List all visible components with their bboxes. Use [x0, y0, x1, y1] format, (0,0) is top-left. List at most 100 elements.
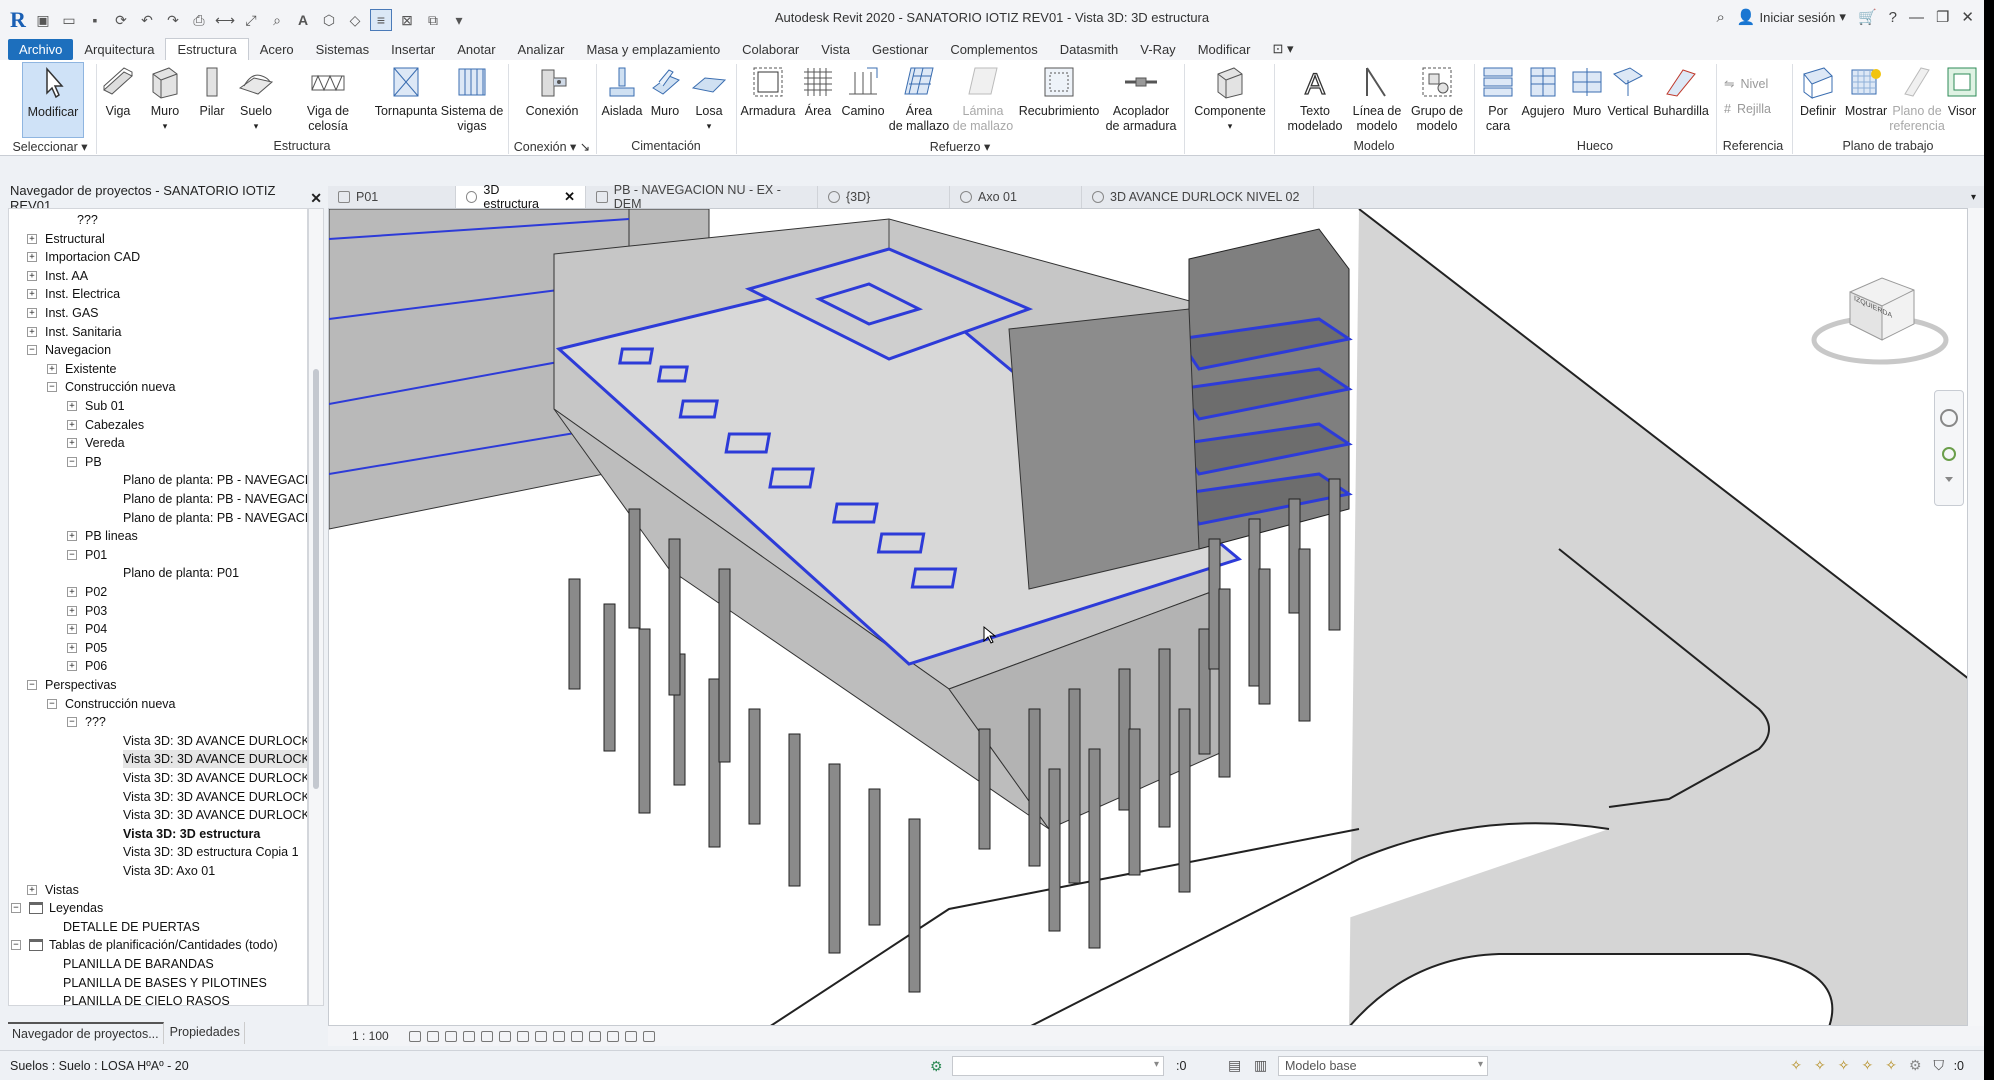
- browser-node[interactable]: + Inst. Sanitaria: [27, 323, 121, 341]
- ribbon-tab-acero[interactable]: Acero: [249, 39, 305, 60]
- browser-node[interactable]: + P05: [67, 639, 107, 657]
- revit-logo-icon[interactable]: R: [8, 7, 28, 32]
- expand-icon[interactable]: +: [67, 661, 77, 672]
- truss-tool[interactable]: Viga de celosía: [286, 62, 370, 138]
- coupler-tool[interactable]: Acoplador de armadura: [1104, 62, 1178, 138]
- ribbon-extra-icon[interactable]: ⊡ ▾: [1261, 38, 1304, 60]
- ref-plane-tool[interactable]: Plano de referencia: [1889, 62, 1945, 138]
- browser-node[interactable]: − Construcción nueva: [47, 378, 175, 396]
- redo-icon[interactable]: ↷: [162, 9, 184, 31]
- cart-icon[interactable]: 🛒: [1858, 8, 1877, 26]
- browser-node[interactable]: + P06: [67, 657, 107, 675]
- level-tool[interactable]: ⇋ Nivel: [1724, 76, 1768, 92]
- browser-node[interactable]: Vista 3D: 3D AVANCE DURLOCK NI: [123, 788, 307, 806]
- navbar-options-icon[interactable]: [1945, 477, 1953, 482]
- panel-connection[interactable]: Conexión ▾ ↘: [512, 139, 592, 155]
- ribbon-tab-anotar[interactable]: Anotar: [446, 39, 506, 60]
- restore-icon[interactable]: ❐: [1936, 8, 1949, 26]
- connection-tool[interactable]: Conexión: [520, 62, 584, 138]
- project-browser-scrollbar[interactable]: [308, 208, 324, 1006]
- collapse-icon[interactable]: −: [11, 903, 21, 914]
- collapse-icon[interactable]: −: [27, 345, 37, 356]
- browser-node[interactable]: + P02: [67, 583, 107, 601]
- pile[interactable]: [708, 678, 721, 848]
- browser-node[interactable]: − Leyendas: [11, 899, 103, 917]
- view-cube[interactable]: IZQUIERDA: [1810, 262, 1950, 372]
- filter-icon[interactable]: ⛉: [1934, 1057, 1945, 1074]
- browser-node[interactable]: ???: [77, 211, 98, 229]
- pile[interactable]: [788, 733, 801, 887]
- close-hidden-icon[interactable]: ⊠: [396, 9, 418, 31]
- browser-node[interactable]: Plano de planta: P01: [123, 564, 239, 582]
- expand-icon[interactable]: +: [27, 270, 37, 281]
- dormer-tool[interactable]: Buhardilla: [1652, 62, 1710, 138]
- expand-icon[interactable]: +: [67, 419, 77, 430]
- browser-node[interactable]: − Perspectivas: [27, 676, 117, 694]
- pile[interactable]: [1198, 628, 1211, 755]
- column-tool[interactable]: Pilar: [194, 62, 230, 138]
- set-workplane-tool[interactable]: Definir: [1796, 62, 1840, 138]
- analytical-model-icon[interactable]: [606, 1030, 619, 1042]
- browser-node[interactable]: Plano de planta: PB - NAVEGACION: [123, 471, 307, 489]
- pile[interactable]: [908, 818, 921, 993]
- pile[interactable]: [1328, 478, 1341, 631]
- pile[interactable]: [1288, 498, 1301, 614]
- switch-windows-icon[interactable]: ⧉: [422, 9, 444, 31]
- pile[interactable]: [1158, 648, 1171, 828]
- pile[interactable]: [1028, 708, 1041, 867]
- hide-isolate-icon[interactable]: [552, 1030, 565, 1042]
- expand-icon[interactable]: +: [27, 326, 37, 337]
- browser-node[interactable]: PLANILLA DE BARANDAS: [63, 955, 214, 973]
- fabric-sheet-tool[interactable]: Lámina de mallazo: [952, 62, 1014, 138]
- expand-icon[interactable]: +: [67, 587, 77, 597]
- browser-node[interactable]: Vista 3D: 3D estructura Copia 1: [123, 843, 299, 861]
- pile[interactable]: [1118, 668, 1131, 811]
- expand-icon[interactable]: +: [27, 289, 37, 300]
- browser-node[interactable]: + Inst. Electrica: [27, 285, 120, 303]
- zoom-icon[interactable]: [1942, 447, 1956, 461]
- viewport-scrollbar[interactable]: [1968, 208, 1984, 1026]
- ribbon-tab-gestionar[interactable]: Gestionar: [861, 39, 939, 60]
- ribbon-tab-archivo[interactable]: Archivo: [8, 38, 74, 60]
- rebar-tool[interactable]: Armadura: [740, 62, 796, 138]
- viewer-tool[interactable]: Visor: [1944, 62, 1980, 138]
- show-workplane-tool[interactable]: Mostrar: [1842, 62, 1890, 138]
- pile[interactable]: [1068, 688, 1081, 884]
- browser-node[interactable]: Vista 3D: 3D estructura: [123, 825, 260, 843]
- visual-style-icon[interactable]: [426, 1030, 439, 1042]
- pile[interactable]: [1048, 768, 1061, 932]
- browser-node[interactable]: + Inst. GAS: [27, 304, 99, 322]
- browser-node[interactable]: + Cabezales: [67, 416, 144, 434]
- fabric-area-tool[interactable]: Área de mallazo: [888, 62, 950, 138]
- ribbon-tab-analizar[interactable]: Analizar: [507, 39, 576, 60]
- sync-icon[interactable]: ⟳: [110, 9, 132, 31]
- browser-node[interactable]: Vista 3D: Axo 01: [123, 862, 215, 880]
- pile[interactable]: [568, 578, 581, 690]
- ribbon-tab-insertar[interactable]: Insertar: [380, 39, 446, 60]
- ribbon-tab-sistemas[interactable]: Sistemas: [305, 39, 380, 60]
- section-icon[interactable]: ◇: [344, 9, 366, 31]
- 3d-view-icon[interactable]: ⬡: [318, 9, 340, 31]
- design-options-icon[interactable]: ▤: [1228, 1057, 1241, 1074]
- tab-overflow-icon[interactable]: ▾: [1971, 192, 1984, 203]
- sign-in-button[interactable]: 👤 Iniciar sesión ▾: [1737, 8, 1846, 26]
- pile[interactable]: [628, 508, 641, 629]
- browser-node[interactable]: Vista 3D: 3D AVANCE DURLOCK NI: [123, 750, 307, 769]
- vertical-opening-tool[interactable]: Vertical: [1606, 62, 1650, 138]
- worksets-icon[interactable]: ⚙: [930, 1058, 943, 1075]
- ribbon-tab-datasmith[interactable]: Datasmith: [1049, 39, 1130, 60]
- help-icon[interactable]: ?: [1889, 9, 1897, 26]
- expand-icon[interactable]: +: [27, 308, 37, 318]
- expand-icon[interactable]: +: [27, 233, 37, 244]
- collapse-icon[interactable]: −: [47, 698, 57, 709]
- isolated-foundation-tool[interactable]: Aislada: [600, 62, 644, 138]
- browser-node[interactable]: + Vistas: [27, 881, 79, 899]
- browser-node[interactable]: + P03: [67, 602, 107, 620]
- select-links-icon[interactable]: ✧: [1790, 1057, 1802, 1074]
- reveal-hidden-icon[interactable]: [570, 1030, 583, 1042]
- cover-tool[interactable]: Recubrimiento: [1016, 62, 1102, 138]
- path-rebar-tool[interactable]: Camino: [840, 62, 886, 138]
- drag-on-selection-icon[interactable]: ✧: [1885, 1057, 1897, 1074]
- component-tool[interactable]: Componente ▾: [1190, 62, 1270, 138]
- pile[interactable]: [1208, 538, 1221, 670]
